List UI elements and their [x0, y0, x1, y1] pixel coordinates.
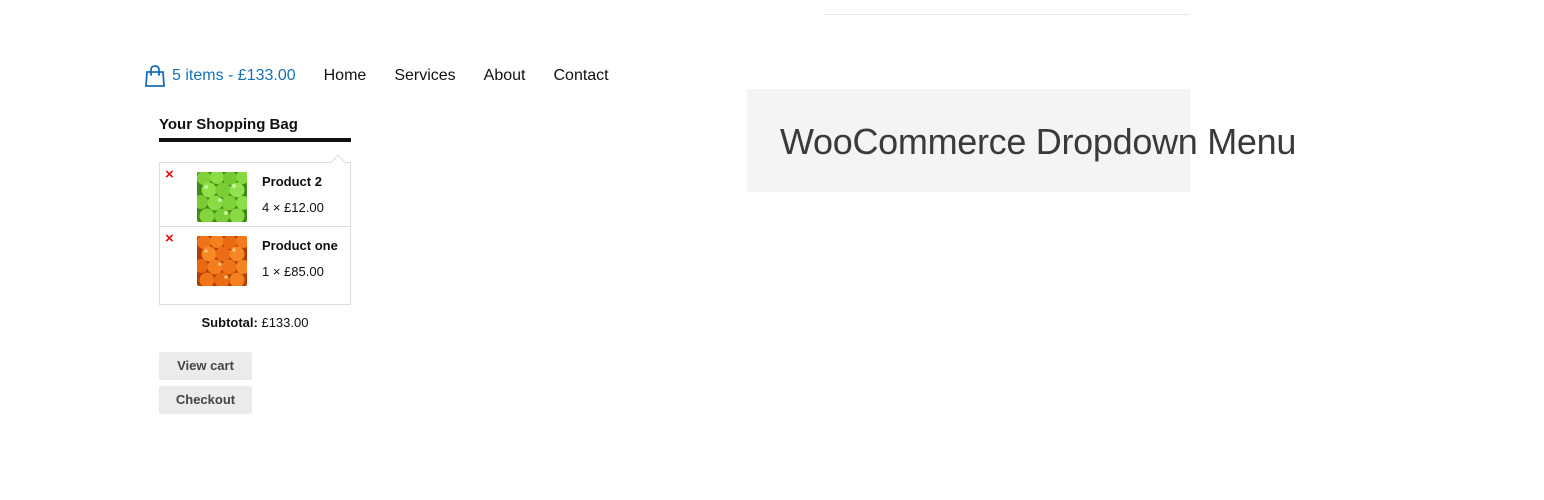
cart-summary: 5 items - £133.00 [172, 67, 296, 84]
nav-item-services[interactable]: Services [394, 67, 455, 85]
cart-dropdown-title: Your Shopping Bag [159, 116, 298, 133]
cart-item: × Product 2 4 × £12.00 [160, 163, 350, 227]
product-name[interactable]: Product one [262, 237, 342, 254]
view-cart-button[interactable]: View cart [159, 352, 252, 380]
remove-item-icon[interactable]: × [165, 167, 174, 182]
checkout-button[interactable]: Checkout [159, 386, 252, 414]
subtotal-label: Subtotal: [201, 315, 258, 330]
cart-link[interactable]: 5 items - £133.00 [144, 64, 296, 88]
main-navigation: 5 items - £133.00 Home Services About Co… [144, 62, 637, 90]
product-name[interactable]: Product 2 [262, 173, 342, 190]
title-underline [159, 138, 351, 142]
cart-dropdown: Your Shopping Bag × Product 2 4 × £12.00… [159, 116, 351, 414]
nav-item-home[interactable]: Home [324, 67, 367, 85]
menu: Home Services About Contact [324, 67, 637, 85]
cart-subtotal: Subtotal: £133.00 [159, 315, 351, 330]
product-quantity-price: 4 × £12.00 [262, 200, 324, 215]
cart-item-info: Product 2 4 × £12.00 [262, 173, 342, 215]
cart-item-info: Product one 1 × £85.00 [262, 237, 342, 279]
remove-item-icon[interactable]: × [165, 231, 174, 246]
top-divider [824, 14, 1190, 15]
page-title: WooCommerce Dropdown Menu [780, 121, 1297, 162]
subtotal-value: £133.00 [261, 315, 309, 330]
product-thumbnail[interactable] [197, 236, 247, 286]
product-quantity-price: 1 × £85.00 [262, 264, 324, 279]
product-thumbnail[interactable] [197, 172, 247, 222]
cart-item: × Product one 1 × £85.00 [160, 227, 350, 304]
shopping-bag-icon [145, 65, 165, 87]
nav-item-contact[interactable]: Contact [553, 67, 608, 85]
nav-item-about[interactable]: About [484, 67, 526, 85]
cart-item-list: × Product 2 4 × £12.00 × Product one 1 ×… [159, 162, 351, 305]
